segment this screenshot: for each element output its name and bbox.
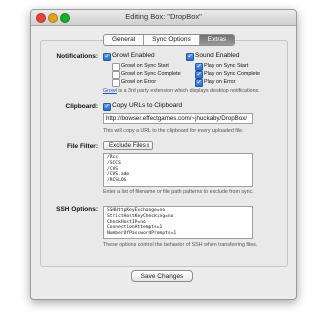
notifications-label: Notifications:	[56, 53, 98, 60]
growl-note-text: is a 3rd party extension which displays …	[116, 88, 260, 94]
ssh-options-textarea[interactable]: SSHHttpKeyExchange=no StrictHostKeyCheck…	[103, 206, 253, 239]
ssh-options-label: SSH Options:	[56, 206, 98, 213]
file-filter-note: Enter a list of filename or file path pa…	[103, 189, 254, 195]
growl-error-checkbox[interactable]	[112, 79, 120, 87]
file-filter-label: File Filter:	[66, 143, 98, 150]
growl-link[interactable]: Growl	[103, 88, 117, 94]
extras-panel: Notifications: Growl Enabled Sound Enabl…	[40, 40, 288, 267]
editing-box-window: Editing Box: "DropBox" Notifications: Gr…	[30, 9, 297, 300]
copy-urls-label: Copy URLs to Clipboard	[112, 102, 183, 109]
growl-enabled-label: Growl Enabled	[112, 52, 155, 59]
play-sync-start-label: Play on Sync Start	[204, 62, 249, 69]
clipboard-url-field[interactable]: http://bowser.effectgames.com/~jhuckaby/…	[103, 113, 253, 124]
file-filter-mode-value: Exclude Files	[109, 142, 146, 149]
tab-general[interactable]: General	[104, 35, 145, 45]
growl-sync-start-checkbox[interactable]	[112, 63, 120, 71]
copy-urls-checkbox[interactable]	[103, 102, 111, 111]
play-sync-complete-label: Play on Sync Complete	[204, 70, 261, 77]
tab-extras[interactable]: Extras	[199, 35, 235, 45]
growl-note: Growl is a 3rd party extension which dis…	[103, 88, 260, 94]
growl-enabled-checkbox[interactable]	[103, 52, 111, 61]
growl-sync-complete-label: Growl on Sync Complete	[121, 70, 181, 77]
ssh-line: NumberOfPasswordPrompts=1	[107, 231, 177, 237]
sound-enabled-label: Sound Enabled	[195, 52, 240, 59]
tab-sync-options[interactable]: Sync Options	[144, 35, 200, 45]
file-filter-textarea[interactable]: /Rcs /SCCS /CVS /CVS.adm /RCSLOG	[103, 153, 253, 187]
sound-enabled-checkbox[interactable]	[186, 52, 194, 61]
filter-line: /RCSLOG	[107, 178, 127, 184]
play-error-checkbox[interactable]	[195, 78, 203, 87]
save-changes-button[interactable]: Save Changes	[131, 270, 193, 282]
title-bar: Editing Box: "DropBox"	[31, 10, 296, 26]
growl-sync-complete-checkbox[interactable]	[112, 71, 120, 79]
play-error-label: Play on Error	[204, 78, 236, 85]
growl-error-label: Growl on Error	[121, 78, 157, 85]
file-filter-mode-select[interactable]: Exclude Files ⇕	[103, 141, 153, 150]
select-arrows-icon: ⇕	[145, 143, 150, 149]
tab-bar: General Sync Options Extras	[103, 34, 236, 46]
clipboard-label: Clipboard:	[65, 103, 99, 110]
growl-sync-start-label: Growl on Sync Start	[121, 62, 169, 69]
clipboard-note: This will copy a URL to the clipboard fo…	[103, 128, 244, 134]
window-title: Editing Box: "DropBox"	[125, 12, 202, 21]
ssh-options-note: These options control the behavior of SS…	[103, 242, 258, 248]
